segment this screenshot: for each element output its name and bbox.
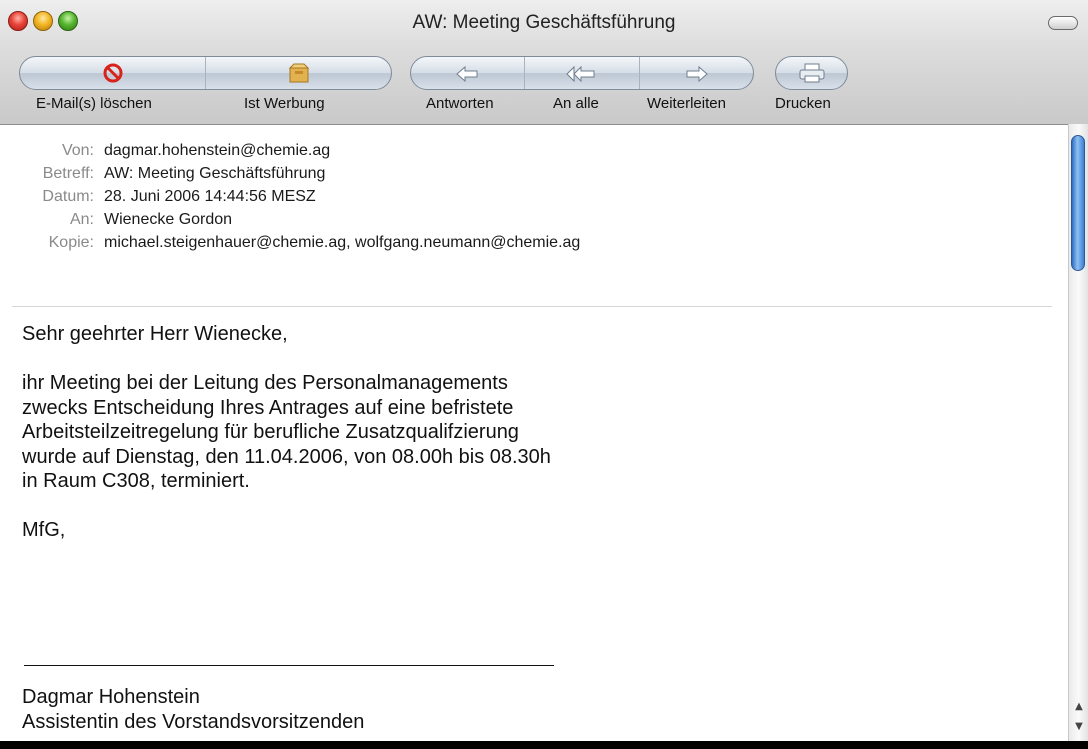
body-line: ihr Meeting bei der Leitung des Personal…	[22, 372, 508, 394]
signature-separator	[24, 665, 554, 666]
date-value: 28. Juni 2006 14:44:56 MESZ	[104, 188, 316, 205]
junk-label[interactable]: Ist Werbung	[244, 95, 325, 112]
window-toolbar: AW: Meeting Geschäftsführung E-Mail(s) l…	[0, 0, 1088, 125]
scroll-down-arrow-icon[interactable]: ▼	[1072, 720, 1086, 734]
message-body: Sehr geehrter Herr Wienecke, ihr Meeting…	[22, 322, 1052, 543]
signature-name: Dagmar Hohenstein	[22, 686, 200, 708]
date-label: Datum:	[42, 188, 94, 205]
signature-title: Assistentin des Vorstandsvorsitzenden	[22, 710, 365, 733]
forward-label[interactable]: Weiterleiten	[647, 95, 726, 112]
printer-icon	[797, 62, 827, 84]
subject-value: AW: Meeting Geschäftsführung	[104, 165, 326, 182]
reply-arrow-icon	[455, 64, 481, 82]
reply-button[interactable]	[411, 57, 526, 89]
cc-value[interactable]: michael.steigenhauer@chemie.ag, wolfgang…	[104, 232, 580, 254]
to-label: An:	[69, 211, 94, 228]
print-segmented-control	[775, 56, 848, 90]
subject-label: Betreff:	[42, 165, 94, 182]
body-line: wurde auf Dienstag, den 11.04.2006, von …	[22, 445, 551, 468]
cc-label: Kopie:	[48, 234, 94, 251]
body-line: Arbeitsteilzeitregelung für berufliche Z…	[22, 421, 519, 443]
reply-label[interactable]: Antworten	[426, 95, 494, 112]
junk-mail-icon	[287, 62, 311, 84]
header-divider	[12, 306, 1052, 307]
junk-button[interactable]	[206, 57, 391, 89]
body-line: in Raum C308, terminiert.	[22, 470, 250, 492]
toolbar-toggle-button[interactable]	[1048, 16, 1078, 30]
window-title: AW: Meeting Geschäftsführung	[412, 12, 676, 33]
scroll-up-arrow-icon[interactable]: ▲	[1072, 700, 1086, 714]
reply-all-arrow-icon	[566, 64, 598, 82]
delete-label[interactable]: E-Mail(s) löschen	[36, 95, 152, 112]
from-address[interactable]: dagmar.hohenstein@chemie.ag	[104, 140, 330, 162]
no-entry-icon	[102, 62, 124, 84]
scroll-thumb[interactable]	[1071, 135, 1085, 271]
body-greeting: Sehr geehrter Herr Wienecke,	[22, 323, 288, 345]
print-button[interactable]	[776, 57, 847, 89]
forward-button[interactable]	[640, 57, 753, 89]
reply-all-label[interactable]: An alle	[553, 95, 599, 112]
mail-window: AW: Meeting Geschäftsführung E-Mail(s) l…	[0, 0, 1088, 749]
to-value[interactable]: Wienecke Gordon	[104, 209, 232, 231]
reply-all-button[interactable]	[525, 57, 640, 89]
forward-arrow-icon	[683, 64, 709, 82]
signature-block: Dagmar Hohenstein Assistentin des Vorsta…	[22, 685, 1052, 734]
reply-segmented-control	[410, 56, 754, 90]
from-label: Von:	[61, 142, 94, 159]
vertical-scrollbar[interactable]: ▲ ▼	[1068, 124, 1088, 741]
delete-junk-segmented-control	[19, 56, 392, 90]
delete-button[interactable]	[20, 57, 206, 89]
body-closing: MfG,	[22, 519, 66, 541]
body-line: zwecks Entscheidung Ihres Antrages auf e…	[22, 396, 514, 419]
window-bottom-edge	[0, 741, 1088, 749]
print-label[interactable]: Drucken	[775, 95, 831, 112]
